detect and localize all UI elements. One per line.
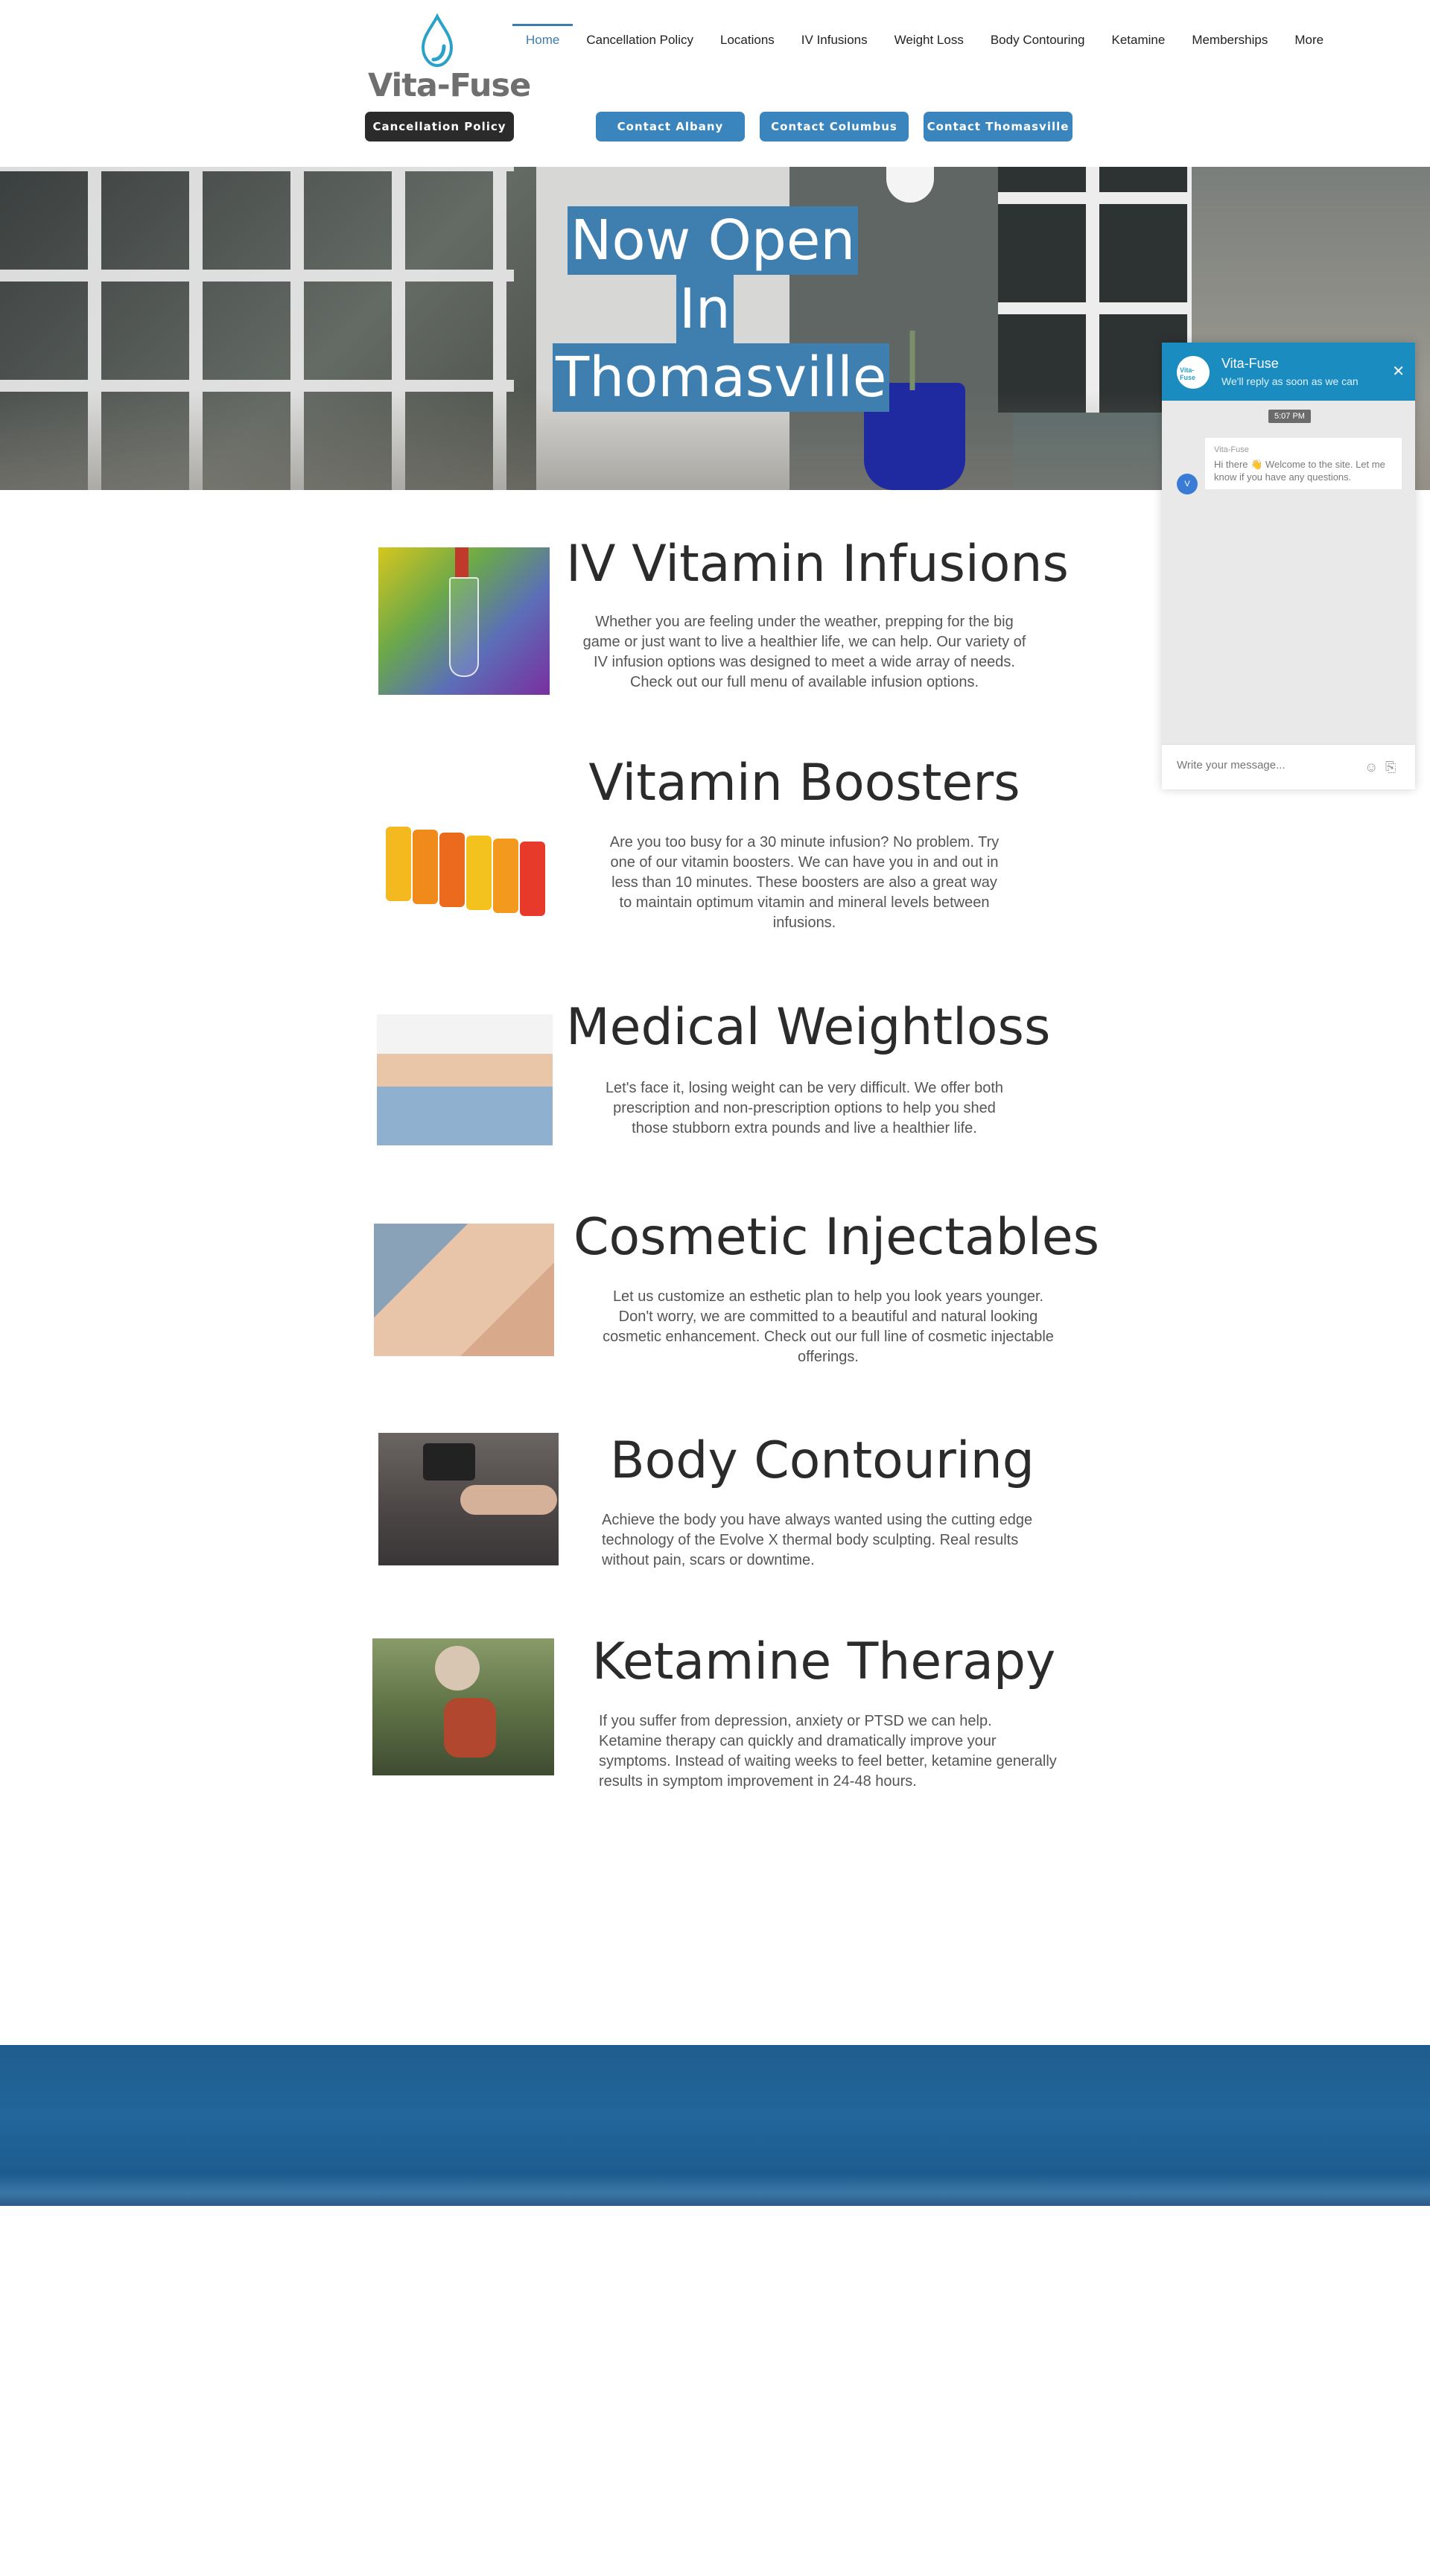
chat-widget[interactable]: Vita-Fuse Vita-Fuse We'll reply as soon … (1162, 343, 1415, 789)
nav-weight-loss[interactable]: Weight Loss (881, 25, 977, 55)
service-desc-ketamine: If you suffer from depression, anxiety o… (599, 1713, 1057, 1790)
chat-avatar: Vita-Fuse (1177, 356, 1210, 389)
attachment-icon[interactable]: ⎘ (1385, 760, 1396, 775)
emoji-icon[interactable]: ☺ (1364, 760, 1378, 775)
brand-name: Vita-Fuse (368, 67, 531, 104)
service-desc-weightloss: Let's face it, losing weight can be very… (605, 1080, 1004, 1136)
nav-more[interactable]: More (1281, 25, 1337, 55)
service-title-injectables: Cosmetic Injectables (573, 1208, 1100, 1267)
service-desc-iv: Whether you are feeling under the weathe… (582, 614, 1026, 690)
chat-bot-avatar: V (1177, 474, 1198, 494)
main-nav: Home Cancellation Policy Locations IV In… (512, 24, 1337, 55)
chat-sender: Vita-Fuse (1214, 445, 1249, 454)
weightloss-image (377, 1014, 553, 1145)
footer-band (0, 2045, 1430, 2206)
hero-title-line-3: Thomasville (553, 343, 890, 412)
ketamine-image (372, 1638, 554, 1775)
nav-body-contouring[interactable]: Body Contouring (977, 25, 1099, 55)
service-title-ketamine: Ketamine Therapy (591, 1632, 1056, 1691)
water-drop-icon (421, 13, 454, 68)
injectables-image (374, 1224, 554, 1356)
contact-columbus-button[interactable]: Contact Columbus (760, 112, 909, 141)
chat-message-bubble: Vita-Fuse Hi there 👋 Welcome to the site… (1205, 438, 1402, 489)
service-title-body-contouring: Body Contouring (610, 1431, 1035, 1490)
contact-albany-button[interactable]: Contact Albany (596, 112, 745, 141)
service-desc-body-contouring: Achieve the body you have always wanted … (602, 1512, 1033, 1568)
service-title-weightloss: Medical Weightloss (566, 998, 1051, 1057)
service-desc-injectables: Let us customize an esthetic plan to hel… (603, 1288, 1054, 1365)
chat-message-input[interactable] (1175, 758, 1357, 772)
nav-iv-infusions[interactable]: IV Infusions (788, 25, 881, 55)
nav-home[interactable]: Home (512, 24, 573, 55)
chat-input-bar: ☺ ⎘ (1162, 744, 1415, 789)
body-contouring-image (378, 1433, 559, 1565)
close-icon[interactable]: ✕ (1392, 362, 1405, 381)
hero-title-line-2: In (676, 275, 734, 343)
iv-drip-image (378, 547, 550, 695)
nav-memberships[interactable]: Memberships (1178, 25, 1281, 55)
logo[interactable]: Vita-Fuse (365, 13, 531, 104)
contact-thomasville-button[interactable]: Contact Thomasville (924, 112, 1072, 141)
chat-timestamp: 5:07 PM (1268, 410, 1311, 423)
chat-avatar-label: Vita-Fuse (1180, 366, 1196, 381)
hero-title-line-1: Now Open (568, 206, 859, 275)
service-title-iv: IV Vitamin Infusions (566, 535, 1069, 594)
chat-message-text: Hi there 👋 Welcome to the site. Let me k… (1214, 459, 1385, 483)
chat-header: Vita-Fuse Vita-Fuse We'll reply as soon … (1162, 343, 1415, 401)
plant (886, 331, 938, 390)
chat-subtitle: We'll reply as soon as we can (1221, 375, 1358, 387)
nav-locations[interactable]: Locations (707, 25, 788, 55)
nav-ketamine[interactable]: Ketamine (1098, 25, 1178, 55)
service-title-boosters: Vitamin Boosters (588, 754, 1020, 812)
service-desc-boosters: Are you too busy for a 30 minute infusio… (609, 834, 1000, 931)
vitamin-vials-image (378, 775, 550, 931)
cancellation-policy-button[interactable]: Cancellation Policy (365, 112, 514, 141)
chat-name: Vita-Fuse (1221, 356, 1279, 371)
nav-cancellation-policy[interactable]: Cancellation Policy (573, 25, 707, 55)
